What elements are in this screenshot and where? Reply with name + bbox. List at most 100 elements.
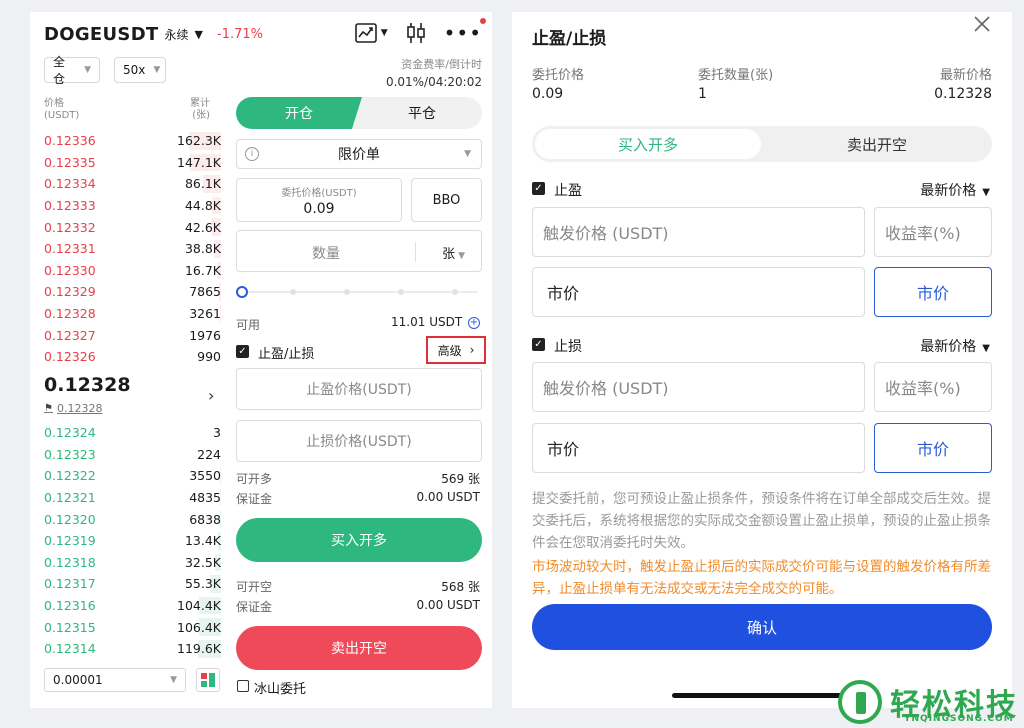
slider-step[interactable] bbox=[290, 289, 296, 295]
ask-row[interactable]: 0.12332 42.6K bbox=[30, 216, 225, 238]
ask-row[interactable]: 0.12331 38.8K bbox=[30, 238, 225, 260]
orderbook-layout-icon[interactable] bbox=[196, 668, 220, 692]
bid-size: 3550 bbox=[189, 468, 221, 484]
bid-row[interactable]: 0.12323 224 bbox=[30, 444, 225, 466]
sl-trigger-type-select[interactable]: 最新价格 ▼ bbox=[920, 336, 990, 356]
order-price-label: 委托价格 bbox=[532, 68, 585, 83]
order-price-input[interactable]: 委托价格(USDT) 0.09 bbox=[236, 178, 402, 222]
take-profit-checkbox[interactable]: ✓ bbox=[532, 182, 545, 195]
slider-step[interactable] bbox=[398, 289, 404, 295]
symbol-header[interactable]: DOGEUSDT 永续 ▼ -1.71% bbox=[44, 24, 263, 45]
bid-row[interactable]: 0.12317 55.3K bbox=[30, 573, 225, 595]
bid-row[interactable]: 0.12324 3 bbox=[30, 422, 225, 444]
quantity-slider[interactable] bbox=[236, 285, 478, 299]
tab-sell-short[interactable]: 卖出开空 bbox=[762, 126, 992, 162]
long-max-label: 可开多 bbox=[236, 472, 273, 486]
chart-icon[interactable]: ▼ bbox=[354, 23, 388, 43]
bid-row[interactable]: 0.12316 104.4K bbox=[30, 595, 225, 617]
ask-row[interactable]: 0.12334 86.1K bbox=[30, 173, 225, 195]
ask-row[interactable]: 0.12327 1976 bbox=[30, 324, 225, 346]
chevron-right-icon[interactable]: › bbox=[208, 386, 214, 405]
ask-row[interactable]: 0.12328 3261 bbox=[30, 303, 225, 325]
advanced-button[interactable]: 高级 › bbox=[426, 336, 486, 364]
tp-trigger-price-input[interactable]: 触发价格 (USDT) bbox=[532, 207, 865, 257]
tp-roi-input[interactable]: 收益率(%) bbox=[874, 207, 992, 257]
tab-open-position[interactable]: 开仓 bbox=[236, 97, 362, 129]
depth-step-select[interactable]: 0.00001 ▼ bbox=[44, 668, 186, 692]
bid-size: 13.4K bbox=[184, 533, 221, 549]
bid-size: 32.5K bbox=[184, 554, 221, 570]
bid-row[interactable]: 0.12321 4835 bbox=[30, 487, 225, 509]
confirm-button[interactable]: 确认 bbox=[532, 604, 992, 650]
bid-row[interactable]: 0.12314 119.6K bbox=[30, 638, 225, 660]
stop-loss-checkbox[interactable]: ✓ bbox=[532, 338, 545, 351]
caret-down-icon: ▼ bbox=[982, 187, 990, 198]
tpsl-note: 提交委托前，您可预设止盈止损条件，预设条件将在订单全部成交后生效。提交委托后，系… bbox=[532, 491, 991, 551]
chevron-right-icon: › bbox=[469, 343, 475, 357]
short-max-value: 568 张 bbox=[441, 580, 480, 594]
bid-price: 0.12318 bbox=[44, 554, 96, 570]
ask-size: 7865 bbox=[189, 284, 221, 300]
iceberg-checkbox[interactable] bbox=[237, 680, 249, 692]
bid-row[interactable]: 0.12319 13.4K bbox=[30, 530, 225, 552]
sl-roi-input[interactable]: 收益率(%) bbox=[874, 362, 992, 412]
order-type-select[interactable]: i 限价单 ▼ bbox=[236, 139, 482, 169]
candlestick-icon[interactable] bbox=[406, 22, 426, 44]
stop-loss-input[interactable]: 止损价格(USDT) bbox=[236, 420, 482, 462]
quantity-placeholder: 数量 bbox=[312, 246, 340, 262]
divider bbox=[415, 242, 416, 262]
ask-row[interactable]: 0.12336 162.3K bbox=[30, 130, 225, 152]
slider-handle[interactable] bbox=[236, 286, 248, 298]
sl-trigger-price-input[interactable]: 触发价格 (USDT) bbox=[532, 362, 865, 412]
bid-price: 0.12315 bbox=[44, 619, 96, 635]
more-icon[interactable]: ••• bbox=[444, 23, 482, 43]
ask-price: 0.12327 bbox=[44, 327, 96, 343]
caret-down-icon[interactable]: ▼ bbox=[195, 28, 203, 41]
bid-price: 0.12321 bbox=[44, 490, 96, 506]
ask-row[interactable]: 0.12330 16.7K bbox=[30, 260, 225, 282]
ask-price: 0.12328 bbox=[44, 306, 96, 322]
tp-market-button[interactable]: 市价 bbox=[874, 267, 992, 317]
sl-market-button[interactable]: 市价 bbox=[874, 423, 992, 473]
bid-row[interactable]: 0.12320 6838 bbox=[30, 508, 225, 530]
bid-price: 0.12323 bbox=[44, 446, 96, 462]
tpsl-checkbox[interactable]: ✓ bbox=[236, 345, 249, 358]
close-icon[interactable] bbox=[972, 14, 992, 38]
price-change: -1.71% bbox=[217, 27, 263, 42]
bid-row[interactable]: 0.12315 106.4K bbox=[30, 616, 225, 638]
margin-mode-select[interactable]: 全仓 ▼ bbox=[44, 55, 100, 86]
ask-row[interactable]: 0.12335 147.1K bbox=[30, 152, 225, 174]
available-label: 可用 bbox=[236, 318, 261, 332]
slider-step[interactable] bbox=[452, 289, 458, 295]
tp-execution-price-input[interactable]: 市价 bbox=[532, 267, 865, 317]
info-icon[interactable]: i bbox=[245, 147, 259, 161]
take-profit-input[interactable]: 止盈价格(USDT) bbox=[236, 368, 482, 410]
layout-bid-block-small bbox=[201, 681, 207, 687]
layout-ask-block bbox=[201, 673, 207, 679]
symbol-name[interactable]: DOGEUSDT bbox=[44, 24, 159, 45]
ask-row[interactable]: 0.12333 44.8K bbox=[30, 195, 225, 217]
bid-row[interactable]: 0.12318 32.5K bbox=[30, 552, 225, 574]
bid-price: 0.12320 bbox=[44, 511, 96, 527]
mark-price: ⚑ 0.12328 bbox=[44, 402, 102, 415]
tp-trigger-type-select[interactable]: 最新价格 ▼ bbox=[920, 180, 990, 200]
ask-size: 86.1K bbox=[184, 176, 221, 192]
tab-buy-long[interactable]: 买入开多 bbox=[535, 129, 761, 159]
bid-size: 55.3K bbox=[184, 576, 221, 592]
leverage-select[interactable]: 50x ▼ bbox=[114, 57, 166, 83]
bbo-button[interactable]: BBO bbox=[411, 178, 482, 222]
add-funds-icon[interactable]: + bbox=[468, 316, 480, 329]
order-price-value[interactable]: 0.09 bbox=[237, 201, 401, 217]
ask-price: 0.12332 bbox=[44, 219, 96, 235]
quantity-input[interactable]: 数量 张 ▼ bbox=[236, 230, 482, 272]
sell-short-button[interactable]: 卖出开空 bbox=[236, 626, 482, 670]
sl-execution-price-input[interactable]: 市价 bbox=[532, 423, 865, 473]
bid-row[interactable]: 0.12322 3550 bbox=[30, 465, 225, 487]
ask-row[interactable]: 0.12329 7865 bbox=[30, 281, 225, 303]
tab-close-position[interactable]: 平仓 bbox=[362, 97, 482, 129]
buy-long-button[interactable]: 买入开多 bbox=[236, 518, 482, 562]
quantity-unit-select[interactable]: 张 ▼ bbox=[442, 243, 465, 262]
short-margin-label: 保证金 bbox=[236, 600, 273, 614]
ask-row[interactable]: 0.12326 990 bbox=[30, 346, 225, 368]
slider-step[interactable] bbox=[344, 289, 350, 295]
